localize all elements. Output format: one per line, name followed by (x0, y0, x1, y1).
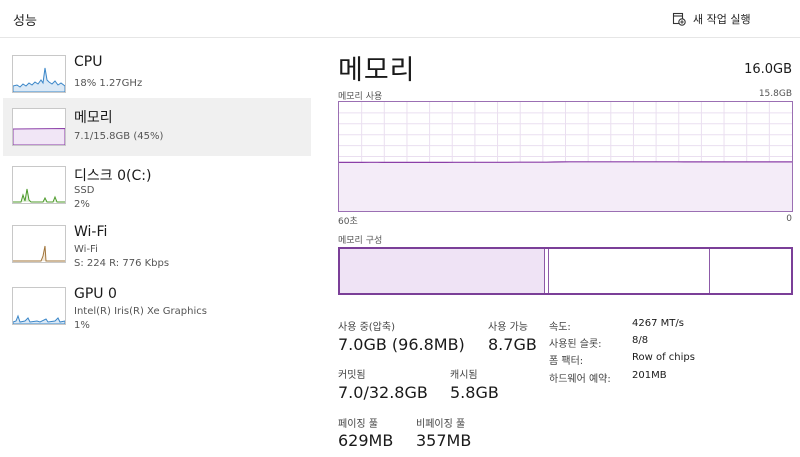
time-axis-start: 60초 (338, 217, 358, 227)
speed-label: 속도: (549, 322, 571, 333)
run-new-task-button[interactable]: 새 작업 실행 (672, 7, 751, 31)
cpu-thumbnail-graph (12, 55, 66, 93)
sidebar-item-detail: S: 224 R: 776 Kbps (74, 258, 170, 269)
sidebar-item-detail: Wi-Fi (74, 244, 98, 255)
sidebar-item-detail: 18% 1.27GHz (74, 78, 143, 89)
sidebar-item-detail: 7.1/15.8GB (45%) (74, 131, 164, 142)
sidebar-item-name: GPU 0 (74, 286, 117, 302)
memory-thumbnail-graph (12, 108, 66, 146)
memory-composition-bar (338, 247, 793, 295)
disk-thumbnail-graph (12, 166, 66, 204)
sidebar-item-detail: 1% (74, 320, 90, 331)
total-memory: 16.0GB (744, 62, 792, 77)
time-axis-end: 0 (786, 214, 792, 224)
form-factor-label: 폼 팩터: (549, 356, 584, 367)
run-task-icon (672, 12, 686, 26)
page-title: 성능 (13, 14, 37, 29)
slots-value: 8/8 (632, 335, 649, 346)
composition-label: 메모리 구성 (338, 236, 383, 246)
sidebar-item-wifi[interactable]: Wi-Fi Wi-Fi S: 224 R: 776 Kbps (3, 215, 311, 273)
in-use-label: 사용 중(압축) (338, 322, 395, 333)
paged-pool-label: 페이징 풀 (338, 419, 378, 430)
gpu-thumbnail-graph (12, 287, 66, 325)
cached-value: 5.8GB (450, 383, 499, 402)
nonpaged-pool-label: 비페이징 풀 (416, 419, 466, 430)
sidebar-item-gpu[interactable]: GPU 0 Intel(R) Iris(R) Xe Graphics 1% (3, 277, 311, 335)
sidebar-item-name: Wi-Fi (74, 224, 108, 240)
speed-value: 4267 MT/s (632, 318, 684, 329)
nonpaged-pool-value: 357MB (416, 431, 472, 450)
resource-list: CPU 18% 1.27GHz 메모리 7.1/15.8GB (45%) 디스크… (0, 39, 322, 457)
slots-label: 사용된 슬롯: (549, 339, 602, 350)
committed-label: 커밋됨 (338, 370, 366, 381)
composition-in-use (340, 249, 545, 293)
sidebar-item-disk[interactable]: 디스크 0(C:) SSD 2% (3, 156, 311, 214)
memory-usage-chart (339, 102, 792, 211)
wifi-thumbnail-graph (12, 225, 66, 263)
composition-standby (549, 249, 710, 293)
committed-value: 7.0/32.8GB (338, 383, 428, 402)
in-use-value: 7.0GB (96.8MB) (338, 335, 465, 354)
memory-usage-line (339, 161, 792, 164)
available-value: 8.7GB (488, 335, 537, 354)
sidebar-item-name: 메모리 (74, 110, 113, 126)
paged-pool-value: 629MB (338, 431, 394, 450)
sidebar-item-detail: 2% (74, 199, 90, 210)
memory-usage-area (339, 161, 792, 211)
usage-graph-max: 15.8GB (758, 89, 792, 99)
composition-free (710, 249, 791, 293)
sidebar-item-memory[interactable]: 메모리 7.1/15.8GB (45%) (3, 98, 311, 156)
available-label: 사용 가능 (488, 322, 528, 333)
sidebar-item-cpu[interactable]: CPU 18% 1.27GHz (3, 45, 311, 103)
sidebar-item-name: CPU (74, 54, 103, 70)
cached-label: 캐시됨 (450, 370, 478, 381)
header-bar: 성능 새 작업 실행 (0, 0, 800, 38)
sidebar-item-name: 디스크 0(C:) (74, 168, 152, 184)
memory-detail-panel: 메모리 16.0GB 메모리 사용 15.8GB 60초 0 메모리 구성 사용… (322, 39, 800, 457)
form-factor-value: Row of chips (632, 352, 695, 363)
run-task-label: 새 작업 실행 (693, 13, 751, 26)
memory-usage-graph (338, 101, 793, 212)
hardware-reserved-value: 201MB (632, 370, 667, 381)
hardware-reserved-label: 하드웨어 예약: (549, 374, 611, 385)
section-title: 메모리 (338, 55, 416, 86)
sidebar-item-detail: Intel(R) Iris(R) Xe Graphics (74, 306, 207, 317)
sidebar-item-detail: SSD (74, 185, 95, 196)
